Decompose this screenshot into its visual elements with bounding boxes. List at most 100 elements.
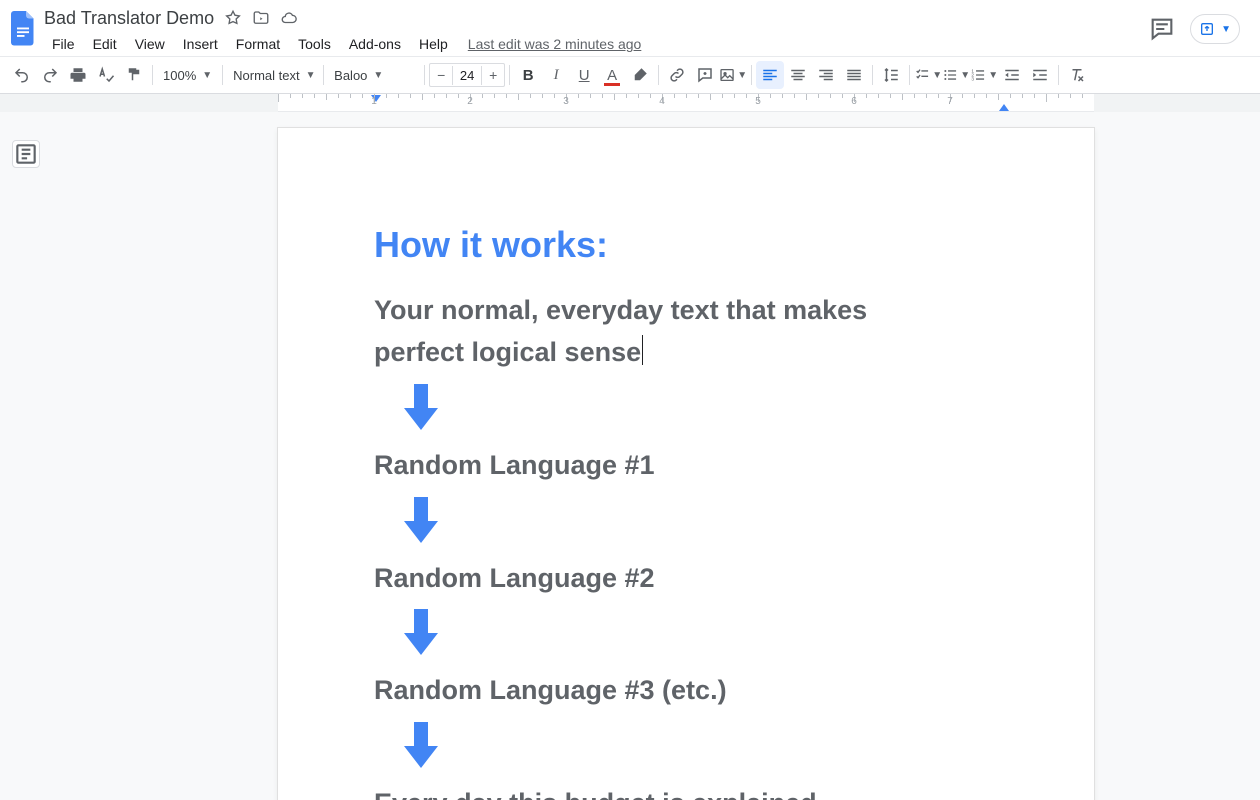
highlight-button[interactable] <box>626 61 654 89</box>
menu-help[interactable]: Help <box>411 34 456 54</box>
menu-edit[interactable]: Edit <box>85 34 125 54</box>
ruler-track <box>278 99 1094 107</box>
ruler-number: 6 <box>851 96 857 107</box>
checklist-button[interactable]: ▼ <box>914 61 942 89</box>
font-value: Baloo <box>334 68 367 83</box>
font-size-input[interactable]: 24 <box>452 66 482 85</box>
ruler-number: 3 <box>563 96 569 107</box>
menu-bar: File Edit View Insert Format Tools Add-o… <box>44 32 1148 56</box>
menu-insert[interactable]: Insert <box>175 34 226 54</box>
separator <box>751 65 752 85</box>
spellcheck-button[interactable] <box>92 61 120 89</box>
page-content[interactable]: How it works: Your normal, everyday text… <box>278 128 1094 800</box>
increase-indent-button[interactable] <box>1026 61 1054 89</box>
separator <box>152 65 153 85</box>
title-right: ▼ <box>1148 6 1250 44</box>
caret-down-icon: ▼ <box>202 70 212 81</box>
ruler-number: 2 <box>467 96 473 107</box>
title-area: Bad Translator Demo File Edit View Inser… <box>40 6 1148 56</box>
style-select[interactable]: Normal text ▼ <box>227 62 319 88</box>
caret-down-icon: ▼ <box>373 70 383 81</box>
ruler-number: 1 <box>371 96 377 107</box>
share-button[interactable]: ▼ <box>1190 14 1240 44</box>
arrow-down-icon <box>400 607 998 662</box>
docs-logo-icon[interactable] <box>6 6 40 50</box>
comments-history-icon[interactable] <box>1148 15 1176 43</box>
move-folder-icon[interactable] <box>252 9 270 27</box>
ruler-number: 7 <box>947 96 953 107</box>
outline-toggle-icon[interactable] <box>12 140 40 168</box>
svg-text:3: 3 <box>971 76 974 81</box>
numbered-list-button[interactable]: 123▼ <box>970 61 998 89</box>
font-size-increase[interactable]: + <box>482 67 504 83</box>
menu-file[interactable]: File <box>44 34 83 54</box>
doc-step2[interactable]: Random Language #2 <box>374 558 998 600</box>
arrow-down-icon <box>400 495 998 550</box>
bold-button[interactable]: B <box>514 61 542 89</box>
separator <box>424 65 425 85</box>
line-spacing-button[interactable] <box>877 61 905 89</box>
insert-link-button[interactable] <box>663 61 691 89</box>
align-right-button[interactable] <box>812 61 840 89</box>
arrow-down-icon <box>400 720 998 775</box>
separator <box>323 65 324 85</box>
toolbar: 100% ▼ Normal text ▼ Baloo ▼ − 24 + B I U A… <box>0 56 1260 94</box>
outline-panel <box>12 140 40 168</box>
align-justify-button[interactable] <box>840 61 868 89</box>
caret-down-icon: ▼ <box>960 70 970 81</box>
text-cursor <box>642 335 643 365</box>
font-size-control: − 24 + <box>429 63 505 87</box>
text-color-button[interactable]: A <box>598 61 626 89</box>
menu-format[interactable]: Format <box>228 34 288 54</box>
add-comment-button[interactable] <box>691 61 719 89</box>
doc-title[interactable]: Bad Translator Demo <box>44 8 214 29</box>
paint-format-button[interactable] <box>120 61 148 89</box>
clear-formatting-button[interactable] <box>1063 61 1091 89</box>
zoom-value: 100% <box>163 68 196 83</box>
document-page[interactable]: How it works: Your normal, everyday text… <box>278 128 1094 800</box>
caret-down-icon: ▼ <box>737 70 747 81</box>
doc-result[interactable]: Every day this budget is explained <box>374 783 998 800</box>
last-edit-link[interactable]: Last edit was 2 minutes ago <box>468 36 642 52</box>
undo-button[interactable] <box>8 61 36 89</box>
separator <box>222 65 223 85</box>
insert-image-button[interactable]: ▼ <box>719 61 747 89</box>
ruler-number: 5 <box>755 96 761 107</box>
separator <box>909 65 910 85</box>
doc-intro-line1[interactable]: Your normal, everyday text that makes <box>374 290 998 332</box>
caret-down-icon: ▼ <box>306 70 316 81</box>
font-size-decrease[interactable]: − <box>430 67 452 83</box>
doc-heading[interactable]: How it works: <box>374 224 998 266</box>
bulleted-list-button[interactable]: ▼ <box>942 61 970 89</box>
doc-step3[interactable]: Random Language #3 (etc.) <box>374 670 998 712</box>
underline-button[interactable]: U <box>570 61 598 89</box>
style-value: Normal text <box>233 68 299 83</box>
caret-down-icon: ▼ <box>988 70 998 81</box>
separator <box>509 65 510 85</box>
cloud-saved-icon[interactable] <box>280 9 298 27</box>
arrow-down-icon <box>400 382 998 437</box>
print-button[interactable] <box>64 61 92 89</box>
title-bar: Bad Translator Demo File Edit View Inser… <box>0 0 1260 56</box>
align-left-button[interactable] <box>756 61 784 89</box>
doc-step1[interactable]: Random Language #1 <box>374 445 998 487</box>
title-row: Bad Translator Demo <box>44 6 1148 30</box>
menu-tools[interactable]: Tools <box>290 34 339 54</box>
separator <box>658 65 659 85</box>
caret-down-icon: ▼ <box>932 70 942 81</box>
zoom-select[interactable]: 100% ▼ <box>157 62 218 88</box>
menu-addons[interactable]: Add-ons <box>341 34 409 54</box>
workspace: How it works: Your normal, everyday text… <box>0 112 1260 800</box>
caret-down-icon: ▼ <box>1221 24 1231 35</box>
menu-view[interactable]: View <box>127 34 173 54</box>
font-select[interactable]: Baloo ▼ <box>328 62 420 88</box>
decrease-indent-button[interactable] <box>998 61 1026 89</box>
italic-button[interactable]: I <box>542 61 570 89</box>
align-center-button[interactable] <box>784 61 812 89</box>
separator <box>1058 65 1059 85</box>
redo-button[interactable] <box>36 61 64 89</box>
ruler[interactable]: 1 2 3 4 5 6 7 <box>0 94 1260 112</box>
doc-intro-line2[interactable]: perfect logical sense <box>374 332 998 374</box>
star-icon[interactable] <box>224 9 242 27</box>
ruler-number: 4 <box>659 96 665 107</box>
